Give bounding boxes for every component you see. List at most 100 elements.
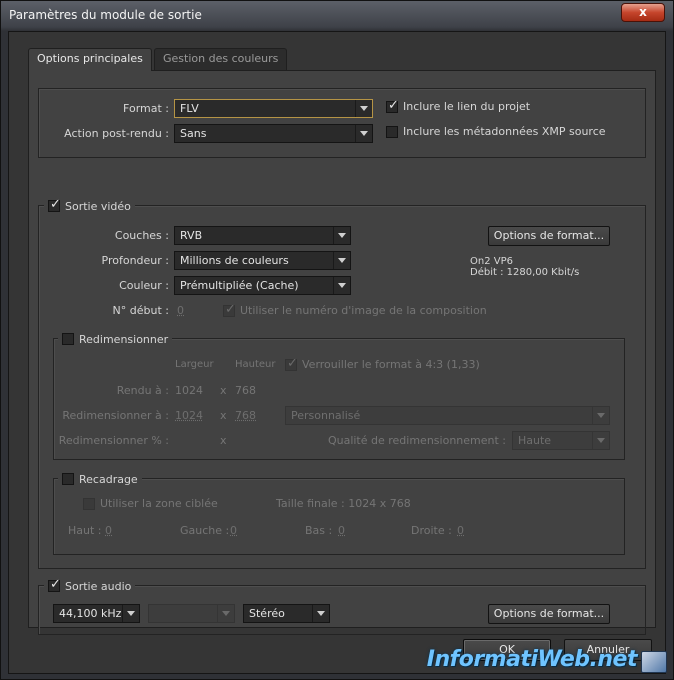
lock-ratio-checkbox[interactable]: ✓ Verrouiller le format à 4:3 (1,33) — [285, 355, 480, 371]
resize-quality-label: Qualité de redimensionnement : — [327, 434, 506, 447]
crop-left-value[interactable]: 0 — [230, 524, 237, 537]
resize-legend[interactable]: Redimensionner — [58, 332, 173, 346]
format-value: FLV — [180, 102, 199, 115]
resize-preset-value: Personnalisé — [291, 409, 361, 422]
post-action-label: Action post-rendu : — [64, 127, 169, 140]
crop-bottom-label: Bas : — [305, 524, 333, 537]
audio-rate-dropdown[interactable]: 44,100 kHz — [53, 604, 140, 623]
laptop-icon — [641, 651, 667, 673]
checkbox-box[interactable] — [386, 125, 398, 138]
x-separator: x — [220, 384, 227, 397]
audio-depth-dropdown[interactable] — [148, 604, 235, 623]
crop-checkbox[interactable] — [62, 473, 74, 485]
checkmark-icon: ✓ — [388, 97, 399, 113]
dialog-client: Options principales Gestion des couleurs… — [8, 31, 666, 674]
crop-top-value[interactable]: 0 — [105, 524, 112, 537]
chevron-down-icon — [333, 277, 350, 294]
video-output-group: ✓ Sortie vidéo Couches : RVB Profondeur … — [38, 198, 646, 569]
chevron-down-icon — [217, 605, 234, 622]
chevron-down-icon — [122, 605, 139, 622]
channels-label: Couches : — [114, 229, 169, 242]
use-comp-frame-label: Utiliser le numéro d'image de la composi… — [240, 304, 487, 317]
render-width: 1024 — [175, 384, 203, 397]
crop-left-label: Gauche : — [180, 524, 230, 537]
tab-panel-main: Format : FLV Action post-rendu : Sans ✓ … — [28, 70, 656, 635]
crop-group: Recadrage Utiliser la zone ciblée Taille… — [53, 472, 625, 555]
start-frame-value[interactable]: 0 — [177, 304, 184, 317]
depth-dropdown[interactable]: Millions de couleurs — [174, 251, 351, 270]
audio-output-label: Sortie audio — [65, 579, 132, 593]
channels-value: RVB — [180, 229, 203, 242]
include-project-link-label: Inclure le lien du projet — [403, 100, 531, 113]
include-xmp-checkbox[interactable]: Inclure les métadonnées XMP source — [386, 125, 606, 138]
include-project-link-checkbox[interactable]: ✓ Inclure le lien du projet — [386, 97, 531, 113]
dialog-window: Paramètres du module de sortie x Options… — [0, 0, 674, 680]
resize-percent-label: Redimensionner % : — [58, 434, 169, 447]
chevron-down-icon — [312, 605, 329, 622]
chevron-down-icon — [592, 407, 609, 424]
depth-label: Profondeur : — [101, 254, 169, 267]
checkmark-icon: ✓ — [50, 577, 61, 592]
render-at-label: Rendu à : — [116, 384, 169, 397]
video-format-options-button[interactable]: Options de format... — [488, 226, 610, 246]
depth-value: Millions de couleurs — [180, 254, 289, 267]
use-target-label: Utiliser la zone ciblée — [100, 497, 218, 510]
checkmark-icon: ✓ — [225, 301, 236, 317]
audio-output-checkbox[interactable]: ✓ — [48, 577, 61, 592]
crop-legend[interactable]: Recadrage — [58, 472, 142, 486]
checkmark-icon: ✓ — [287, 355, 298, 371]
post-action-dropdown[interactable]: Sans — [174, 124, 373, 143]
checkbox-box[interactable]: ✓ — [285, 355, 298, 371]
checkbox-box[interactable]: ✓ — [223, 301, 236, 317]
watermark-text: InformatiWeb.net — [426, 647, 638, 672]
chevron-down-icon — [592, 432, 609, 449]
resize-group: Redimensionner Largeur Hauteur ✓ Verroui… — [53, 332, 625, 460]
tab-main-options[interactable]: Options principales — [28, 48, 152, 71]
checkbox-box[interactable]: ✓ — [386, 97, 399, 113]
use-target-checkbox[interactable]: Utiliser la zone ciblée — [83, 497, 218, 510]
video-output-legend[interactable]: ✓ Sortie vidéo — [44, 197, 135, 213]
crop-right-label: Droite : — [411, 524, 452, 537]
resize-checkbox[interactable] — [62, 333, 74, 345]
video-output-checkbox[interactable]: ✓ — [48, 197, 61, 212]
lock-ratio-label: Verrouiller le format à 4:3 (1,33) — [302, 358, 480, 371]
close-button[interactable]: x — [621, 3, 665, 22]
audio-output-legend[interactable]: ✓ Sortie audio — [44, 577, 136, 593]
chevron-down-icon — [355, 125, 372, 142]
resize-to-label: Redimensionner à : — [62, 409, 169, 422]
color-value: Prémultipliée (Cache) — [180, 279, 299, 292]
resize-width-input[interactable]: 1024 — [175, 409, 203, 422]
main-settings-group: Format : FLV Action post-rendu : Sans ✓ … — [38, 88, 646, 158]
color-dropdown[interactable]: Prémultipliée (Cache) — [174, 276, 351, 295]
resize-quality-value: Haute — [518, 434, 552, 447]
start-frame-label: N° début : — [112, 304, 169, 317]
use-comp-frame-checkbox[interactable]: ✓ Utiliser le numéro d'image de la compo… — [223, 301, 487, 317]
resize-label: Redimensionner — [79, 332, 169, 346]
crop-top-label: Haut : — [68, 524, 102, 537]
resize-preset-dropdown[interactable]: Personnalisé — [285, 406, 610, 425]
audio-channels-dropdown[interactable]: Stéréo — [243, 604, 330, 623]
checkbox-box[interactable] — [83, 497, 95, 510]
audio-format-options-button[interactable]: Options de format... — [488, 604, 610, 624]
audio-output-group: ✓ Sortie audio 44,100 kHz Stéréo Options… — [38, 578, 646, 635]
post-action-value: Sans — [180, 127, 207, 140]
resize-height-input[interactable]: 768 — [235, 409, 256, 422]
channels-dropdown[interactable]: RVB — [174, 226, 351, 245]
format-dropdown[interactable]: FLV — [174, 99, 373, 118]
final-size-info: Taille finale : 1024 x 768 — [276, 497, 411, 510]
x-separator: x — [220, 434, 227, 447]
chevron-down-icon — [333, 227, 350, 244]
crop-right-value[interactable]: 0 — [457, 524, 464, 537]
window-title: Paramètres du module de sortie — [9, 8, 202, 22]
bitrate-info: Débit : 1280,00 Kbit/s — [470, 267, 580, 278]
resize-quality-dropdown[interactable]: Haute — [512, 431, 610, 450]
chevron-down-icon — [355, 100, 372, 117]
crop-bottom-value[interactable]: 0 — [338, 524, 345, 537]
format-label: Format : — [123, 102, 169, 115]
video-output-label: Sortie vidéo — [65, 199, 131, 213]
audio-channels-value: Stéréo — [249, 607, 285, 620]
height-header: Hauteur — [235, 359, 276, 370]
tab-color-management[interactable]: Gestion des couleurs — [154, 48, 288, 70]
checkmark-icon: ✓ — [50, 197, 61, 212]
title-bar[interactable]: Paramètres du module de sortie x — [1, 1, 673, 31]
